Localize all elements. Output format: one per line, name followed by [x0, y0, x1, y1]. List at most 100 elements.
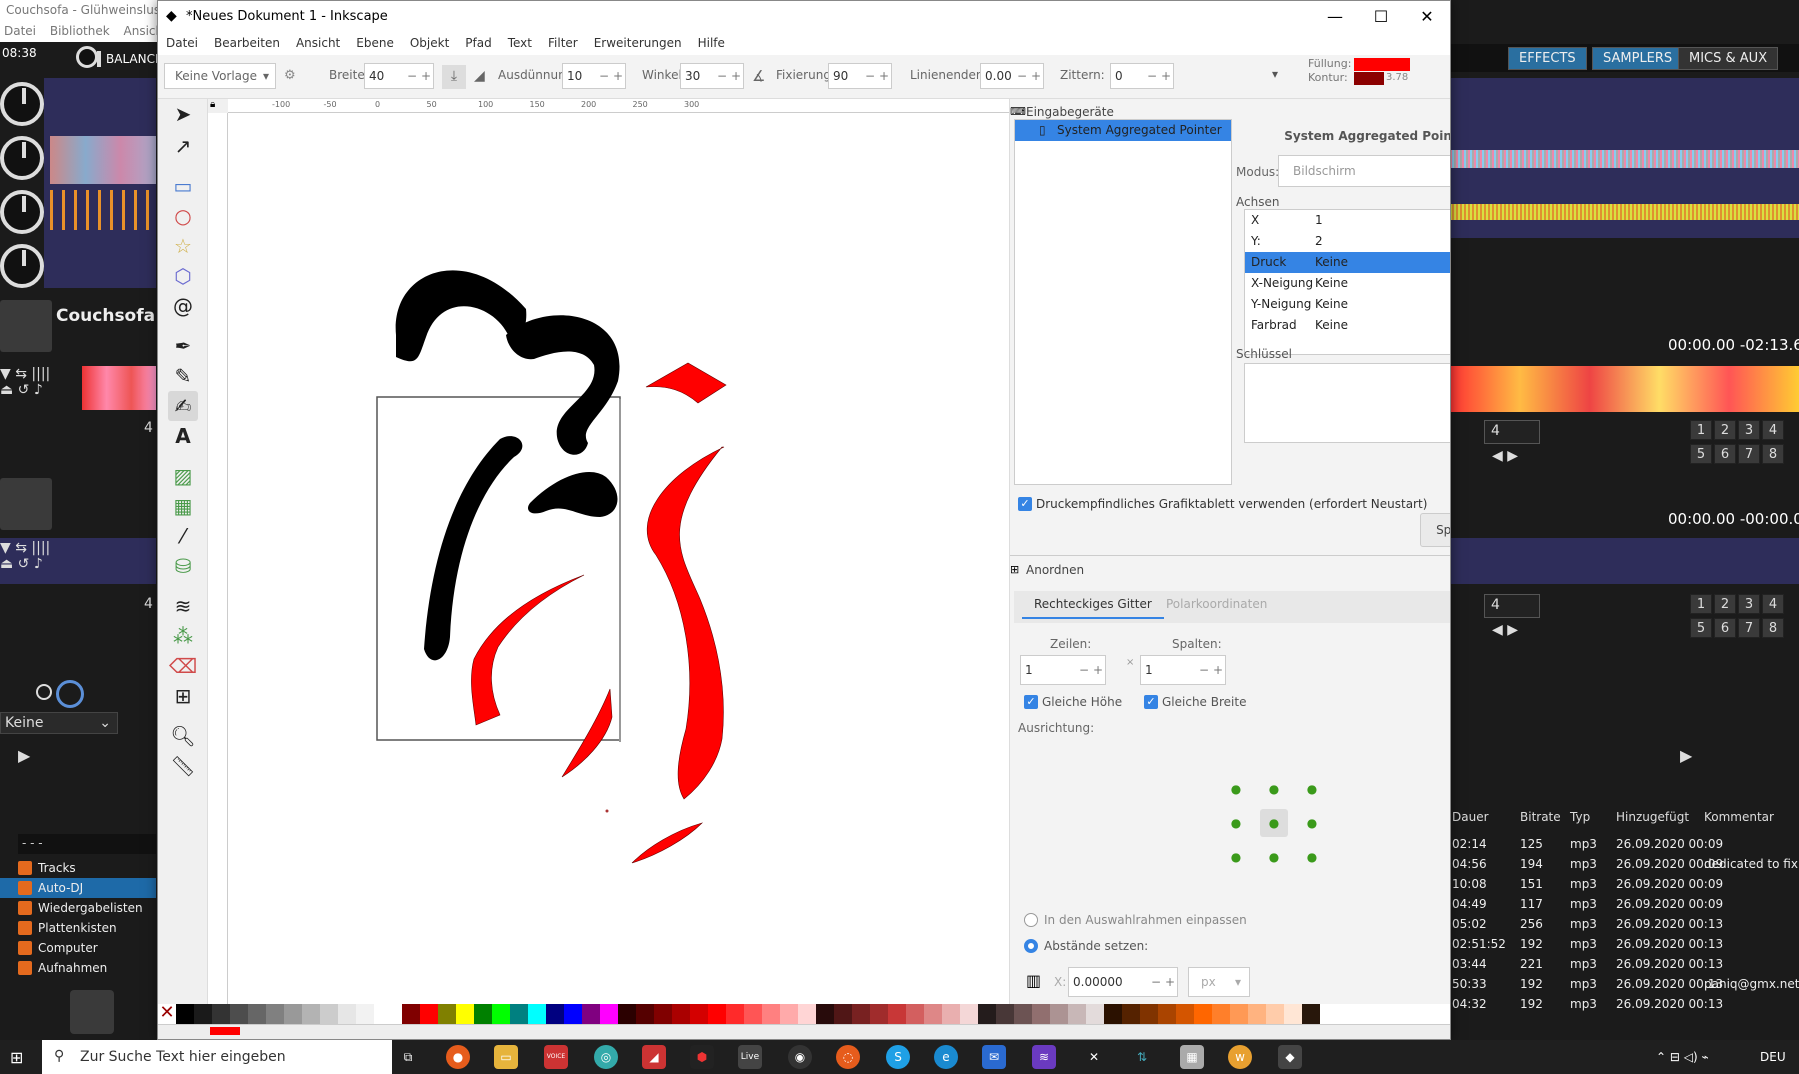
unit-select[interactable]: px ▾ — [1188, 967, 1250, 997]
axis-row[interactable]: Y-Neigung Keine — [1245, 294, 1450, 315]
fx-select[interactable]: Keine ⌄ — [0, 712, 118, 734]
palette-swatch[interactable] — [1122, 1004, 1140, 1024]
palette-swatch[interactable] — [420, 1004, 438, 1024]
plus-icon[interactable]: + — [1211, 663, 1225, 677]
palette-swatch[interactable] — [1014, 1004, 1032, 1024]
palette-swatch[interactable] — [1176, 1004, 1194, 1024]
align-anchor-icon[interactable]: ● — [1266, 781, 1282, 797]
link-icon[interactable]: × — [1126, 657, 1134, 668]
preset-select[interactable]: Keine Vorlage ▾ — [164, 63, 276, 89]
edge-icon[interactable]: e — [934, 1045, 958, 1069]
minus-icon[interactable]: − — [1149, 975, 1163, 989]
cols-spinbox[interactable]: 1 − + — [1140, 655, 1226, 685]
firefox-icon[interactable]: ● — [446, 1045, 470, 1069]
align-anchor-icon[interactable]: ● — [1228, 849, 1244, 865]
trace-background-icon[interactable]: ◢ — [474, 68, 485, 84]
palette-swatch[interactable] — [356, 1004, 374, 1024]
width-spinbox[interactable]: 40 − + — [364, 63, 434, 89]
palette-swatch[interactable] — [1158, 1004, 1176, 1024]
palette-swatch[interactable] — [402, 1004, 420, 1024]
palette-swatch[interactable] — [816, 1004, 834, 1024]
hotcue-button[interactable]: 1 — [1690, 420, 1712, 440]
node-tool-icon[interactable]: ↗ — [168, 131, 198, 161]
col-bitrate[interactable]: Bitrate — [1520, 810, 1561, 824]
task-view-icon[interactable]: ⧉ — [396, 1045, 420, 1069]
save-button[interactable]: Speichern — [1420, 513, 1450, 547]
palette-swatch[interactable] — [654, 1004, 672, 1024]
align-anchor-icon[interactable]: ● — [1304, 781, 1320, 797]
inkscape-taskbar-icon[interactable]: ◆ — [1278, 1045, 1302, 1069]
palette-swatch[interactable] — [1086, 1004, 1104, 1024]
beatjump-arrows-2[interactable]: ◀ ▶ — [1492, 622, 1518, 638]
fill-swatch[interactable] — [1354, 58, 1410, 71]
connector-tool-icon[interactable]: ⊞ — [168, 681, 198, 711]
menu-pfad[interactable]: Pfad — [457, 33, 499, 53]
table-row[interactable]: 02:51:52 192 mp3 26.09.2020 00:13 — [1450, 934, 1799, 954]
plus-icon[interactable]: + — [419, 69, 433, 83]
palette-swatch[interactable] — [852, 1004, 870, 1024]
col-comment[interactable]: Kommentar — [1704, 810, 1774, 824]
palette-swatch[interactable] — [1068, 1004, 1086, 1024]
balance-knob-icon[interactable] — [76, 46, 101, 68]
maximize-icon[interactable]: ☐ — [1358, 5, 1404, 29]
palette-swatch[interactable] — [176, 1004, 194, 1024]
palette-swatch[interactable] — [302, 1004, 320, 1024]
ubuntu-icon[interactable]: ◌ — [836, 1045, 860, 1069]
palette-swatch[interactable] — [1050, 1004, 1068, 1024]
tray-icons[interactable]: ⌃ ⊟ ◁) ⌁ — [1656, 1050, 1709, 1064]
selector-tool-icon[interactable]: ➤ — [168, 99, 198, 129]
menu-filter[interactable]: Filter — [540, 33, 586, 53]
col-type[interactable]: Typ — [1570, 810, 1590, 824]
palette-swatch[interactable] — [1104, 1004, 1122, 1024]
align-anchor-icon[interactable]: ● — [1266, 849, 1282, 865]
col-added[interactable]: Hinzugefügt — [1616, 810, 1689, 824]
voicemeeter-icon[interactable]: VOICE — [544, 1045, 568, 1069]
align-anchor-icon[interactable]: ● — [1304, 815, 1320, 831]
tab-mics-aux[interactable]: MICS & AUX — [1678, 47, 1779, 70]
tab-rectangular-grid[interactable]: Rechteckiges Gitter — [1022, 591, 1164, 619]
table-row[interactable]: 03:44 221 mp3 26.09.2020 00:13 — [1450, 954, 1799, 974]
palette-swatch[interactable] — [320, 1004, 338, 1024]
minus-icon[interactable]: − — [597, 69, 611, 83]
axis-row[interactable]: X1 — [1245, 210, 1450, 231]
sidebar-item-playlists[interactable]: Wiedergabelisten — [0, 898, 156, 918]
mixxx-menu-bibliothek[interactable]: Bibliothek — [50, 24, 110, 38]
eq-mid-knob-icon[interactable] — [0, 190, 44, 234]
equal-height-checkbox[interactable]: ✓ — [1024, 695, 1038, 709]
color-palette[interactable]: ✕ — [158, 1004, 1450, 1024]
palette-swatch[interactable] — [762, 1004, 780, 1024]
plus-icon[interactable]: + — [877, 69, 891, 83]
minus-icon[interactable]: − — [1145, 69, 1159, 83]
app-icon-6[interactable]: w — [1228, 1045, 1252, 1069]
palette-swatch[interactable] — [338, 1004, 356, 1024]
axis-row[interactable]: Y: 2 — [1245, 231, 1450, 252]
palette-swatch[interactable] — [996, 1004, 1014, 1024]
table-row[interactable]: 04:32 192 mp3 26.09.2020 00:13 — [1450, 994, 1799, 1014]
mode-select[interactable]: Bildschirm▾ — [1278, 155, 1450, 187]
axis-row[interactable]: Druck Keine — [1245, 252, 1450, 273]
align-anchor-icon[interactable]: ● — [1228, 815, 1244, 831]
plus-icon[interactable]: + — [1029, 69, 1043, 83]
set-spacing-radio[interactable] — [1024, 939, 1038, 953]
mixxx-menu-ansicht[interactable]: Ansicht — [124, 24, 160, 38]
plus-icon[interactable]: + — [1091, 663, 1105, 677]
beatloop-size-2[interactable]: 4 — [1484, 594, 1540, 618]
play-icon[interactable]: ▶ — [18, 746, 30, 765]
palette-swatch[interactable] — [546, 1004, 564, 1024]
thinning-spinbox[interactable]: 10− + — [562, 63, 626, 89]
power-icon[interactable] — [36, 684, 52, 700]
palette-swatch[interactable] — [1212, 1004, 1230, 1024]
palette-swatch[interactable] — [834, 1004, 852, 1024]
rows-spinbox[interactable]: 1 − + — [1020, 655, 1106, 685]
taskbar-search[interactable]: ⚲ Zur Suche Text hier eingeben — [42, 1040, 392, 1074]
table-row[interactable]: 10:08 151 mp3 26.09.2020 00:09 — [1450, 874, 1799, 894]
mixxx-menu-datei[interactable]: Datei — [4, 24, 36, 38]
language-indicator[interactable]: DEU — [1760, 1050, 1786, 1064]
hotcue-button[interactable]: 2 — [1714, 420, 1736, 440]
app-icon-2[interactable]: ◢ — [642, 1045, 666, 1069]
plus-icon[interactable]: + — [1163, 975, 1177, 989]
caps-spinbox[interactable]: 0.00− + — [980, 63, 1044, 89]
hotcue-button[interactable]: 6 — [1714, 618, 1736, 638]
palette-swatch[interactable] — [924, 1004, 942, 1024]
preset-settings-icon[interactable]: ⚙ — [284, 68, 296, 83]
